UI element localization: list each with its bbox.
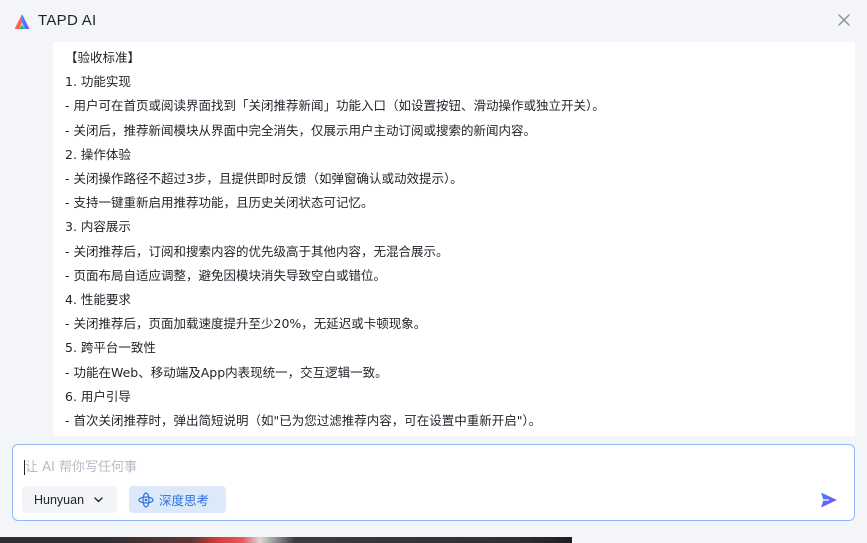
response-line: - 功能在Web、移动端及App内表现统一，交互逻辑一致。 (65, 364, 388, 380)
response-line: 2. 操作体验 (65, 146, 131, 162)
response-line: 5. 跨平台一致性 (65, 340, 156, 356)
response-line: - 关闭操作路径不超过3步，且提供即时反馈（如弹窗确认或动效提示）。 (65, 171, 463, 187)
response-line: - 支持一键重新启用推荐功能，且历史关闭状态可记忆。 (65, 195, 374, 211)
deep-think-button[interactable]: 深度思考 (129, 486, 226, 513)
text-caret (24, 460, 25, 475)
response-line: - 首次关闭推荐时，弹出简短说明（如"已为您过滤推荐内容，可在设置中重新开启"）… (65, 413, 542, 429)
response-line: - 用户可在首页或阅读界面找到「关闭推荐新闻」功能入口（如设置按钮、滑动操作或独… (65, 98, 605, 114)
model-select-label: Hunyuan (34, 492, 85, 507)
ai-assistant-panel: TAPD AI 【验收标准】 1. 功能实现 - 用户可在首页或阅读界面找到「关… (0, 0, 867, 543)
background-page-strip (0, 537, 867, 543)
response-line: - 关闭推荐后，页面加载速度提升至少20%，无延迟或卡顿现象。 (65, 316, 427, 332)
model-select[interactable]: Hunyuan (22, 486, 117, 513)
app-title: TAPD AI (38, 12, 97, 29)
send-icon[interactable] (819, 490, 839, 510)
tapd-ai-logo (14, 14, 30, 29)
response-line: - 页面布局自适应调整，避免因模块消失导致空白或错位。 (65, 267, 386, 283)
response-line: 【验收标准】 (65, 50, 141, 65)
panel-header: TAPD AI (0, 0, 867, 42)
atom-icon (138, 491, 154, 508)
response-line: - 关闭推荐后，订阅和搜索内容的优先级高于其他内容，无混合展示。 (65, 243, 449, 259)
scroll-track[interactable] (855, 42, 867, 436)
response-line: 4. 性能要求 (65, 292, 131, 308)
response-line: 3. 内容展示 (65, 219, 131, 235)
response-line: - 关闭后，推荐新闻模块从界面中完全消失，仅展示用户主动订阅或搜索的新闻内容。 (65, 122, 536, 138)
close-icon[interactable] (836, 12, 852, 28)
composer: Hunyuan 深度思考 (12, 444, 855, 521)
deep-think-label: 深度思考 (159, 493, 210, 508)
response-line: 6. 用户引导 (65, 388, 131, 404)
chevron-down-icon (94, 497, 103, 503)
response-content: 【验收标准】 1. 功能实现 - 用户可在首页或阅读界面找到「关闭推荐新闻」功能… (53, 42, 855, 436)
prompt-input[interactable] (23, 455, 803, 479)
response-line: 1. 功能实现 (65, 74, 131, 90)
